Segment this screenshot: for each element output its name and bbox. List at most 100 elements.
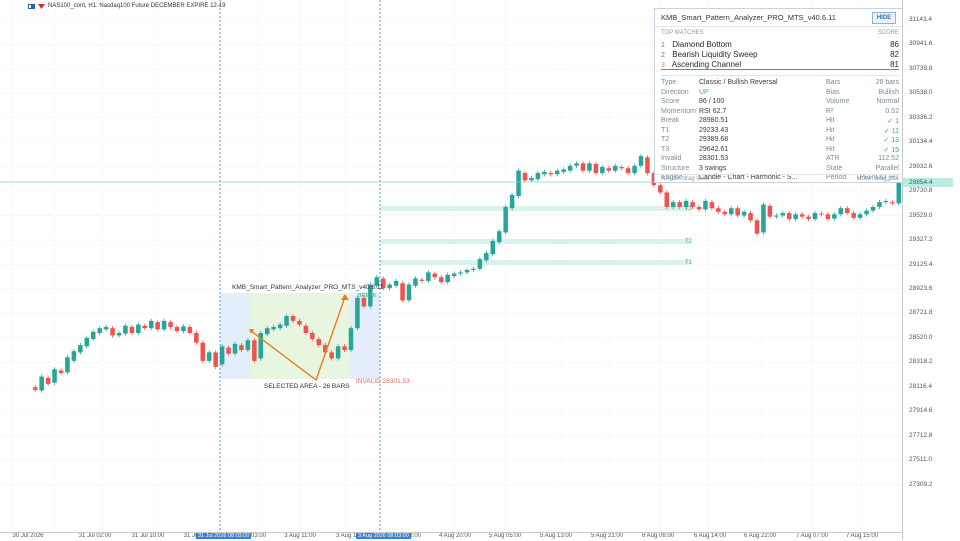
price-tick-label: 27511.0 — [909, 456, 933, 464]
candle-body — [670, 202, 676, 207]
top-matches-header: TOP MATCHES SCORE — [661, 30, 899, 36]
price-tick-label: 27914.6 — [909, 407, 933, 415]
candle-body — [32, 387, 38, 390]
candle-body — [535, 173, 541, 180]
detail-label: T2 — [661, 136, 670, 143]
candle-body — [574, 163, 579, 166]
candle-body — [735, 208, 740, 216]
detail-row: Score 86 / 100 Volume Normal — [661, 98, 899, 107]
current-price-label: 29854.4 — [903, 178, 953, 187]
candle-body — [883, 200, 889, 203]
chart-header: NAS100_cont, H1: Nasdaq100 Future DECEMB… — [28, 3, 225, 9]
candle-body — [142, 325, 148, 329]
pattern-box — [250, 293, 350, 379]
candle-body — [52, 369, 57, 383]
time-tick-label: 6 Aug 22:00 — [743, 533, 777, 539]
candle-body — [529, 177, 534, 181]
price-tick-label: 29125.4 — [909, 260, 933, 268]
target-band-t2 — [380, 239, 690, 244]
candle-body — [664, 192, 670, 207]
candle-body — [606, 168, 612, 171]
match-score: 81 — [890, 60, 899, 69]
detail-label: Type — [661, 79, 677, 86]
candle-body — [819, 213, 824, 215]
detail-label: Direction — [661, 88, 689, 96]
match-number: 3 — [661, 62, 665, 69]
price-axis[interactable]: 31143.4 30941.6 30739.8 30538.0 30336.2 30134… — [902, 0, 960, 540]
candle-body — [587, 163, 592, 171]
pattern-analyzer-panel[interactable]: KMB_Smart_Pattern_Analyzer_PRO_MTS_v40.6… — [654, 8, 905, 183]
detail-value: 29233.43 — [699, 126, 729, 134]
detail-right-label: Hit — [826, 136, 835, 143]
candle-body — [123, 325, 128, 334]
candle-body — [45, 377, 51, 384]
invalid-level-label: INVALID 28301.53 — [356, 378, 410, 385]
match-number: 1 — [661, 42, 665, 49]
candle-body — [696, 206, 702, 210]
candle-body — [516, 170, 521, 197]
candle-body — [890, 202, 895, 204]
candle-body — [155, 322, 160, 330]
selection-area-label: SELECTED AREA - 26 BARS — [264, 383, 350, 390]
indicator-label: KMB_Smart_Pattern_Analyzer_PRO_MTS_v40.6… — [232, 284, 384, 291]
candle-body — [851, 213, 856, 218]
price-tick-label: 27309.2 — [909, 480, 933, 488]
candle-body — [812, 213, 818, 220]
candle-body — [400, 283, 405, 301]
price-tick-label: 28520.0 — [909, 333, 933, 341]
panel-header[interactable]: KMB_Smart_Pattern_Analyzer_PRO_MTS_v40.6… — [655, 9, 904, 27]
match-row[interactable]: 2 Bearish Liquidity Sweep 82 — [661, 50, 899, 59]
candle-body — [97, 328, 102, 334]
candle-body — [271, 326, 276, 330]
detail-row: Break 28980.51 Hit ✓ 1 — [661, 117, 899, 126]
detail-right-label: Hit — [826, 126, 835, 134]
candle-body — [136, 324, 141, 334]
detail-right-label: State — [826, 164, 843, 172]
candle-body — [561, 169, 566, 172]
detail-label: Break — [661, 117, 680, 124]
detail-value: 29389.68 — [699, 136, 729, 143]
detail-value: UP — [699, 88, 709, 96]
price-tick-label: 30941.6 — [909, 40, 933, 48]
candle-body — [219, 346, 225, 365]
candle-body — [329, 352, 334, 359]
candle-body — [438, 277, 444, 283]
candle-body — [342, 346, 347, 350]
candle-body — [361, 297, 367, 307]
trade-arrow-icon[interactable] — [38, 3, 45, 9]
detail-row: Type Classic / Bullish Reversal Bars 26 bar… — [661, 79, 899, 88]
detail-value: RSI 62.7 — [699, 107, 727, 115]
candle-body — [593, 163, 599, 174]
time-tick-label: 31 Jul 02:00 — [78, 533, 112, 539]
candle-body — [870, 206, 876, 211]
chart-type-icon[interactable] — [28, 3, 35, 9]
time-tick-label: 5 Aug 21:00 — [590, 533, 624, 539]
detail-label: Structure — [661, 164, 690, 172]
detail-right-label: Hit — [826, 117, 835, 124]
detail-right-value: Normal — [876, 98, 899, 105]
candle-body — [174, 326, 180, 332]
match-row-selected[interactable]: 3 Ascending Channel 81 — [661, 60, 899, 70]
detail-label: T3 — [661, 145, 670, 153]
time-tick-label: 5 Aug 13:00 — [539, 533, 573, 539]
candle-body — [677, 202, 682, 207]
hide-button[interactable]: HIDE — [872, 12, 896, 24]
score-column-label: SCORE — [877, 30, 899, 36]
price-tick-label: 30538.0 — [909, 89, 933, 97]
candle-body — [658, 185, 663, 193]
candle-body — [148, 320, 154, 329]
detail-row: Structure 3 swings State Parallel — [661, 165, 899, 174]
candle-body — [393, 280, 399, 286]
detail-value: 29642.61 — [699, 145, 729, 153]
candle-body — [542, 171, 547, 175]
candle-body — [445, 274, 450, 283]
candle-body — [39, 376, 44, 391]
match-row[interactable]: 1 Diamond Bottom 86 — [661, 40, 899, 49]
candle-body — [116, 333, 122, 336]
match-score: 82 — [890, 50, 899, 59]
candle-body — [709, 202, 715, 209]
price-tick-label: 29730.8 — [909, 187, 933, 195]
time-tick-label: 30 Jul 2026 — [12, 533, 44, 539]
candle-body — [761, 204, 766, 233]
candle-body — [303, 325, 309, 334]
